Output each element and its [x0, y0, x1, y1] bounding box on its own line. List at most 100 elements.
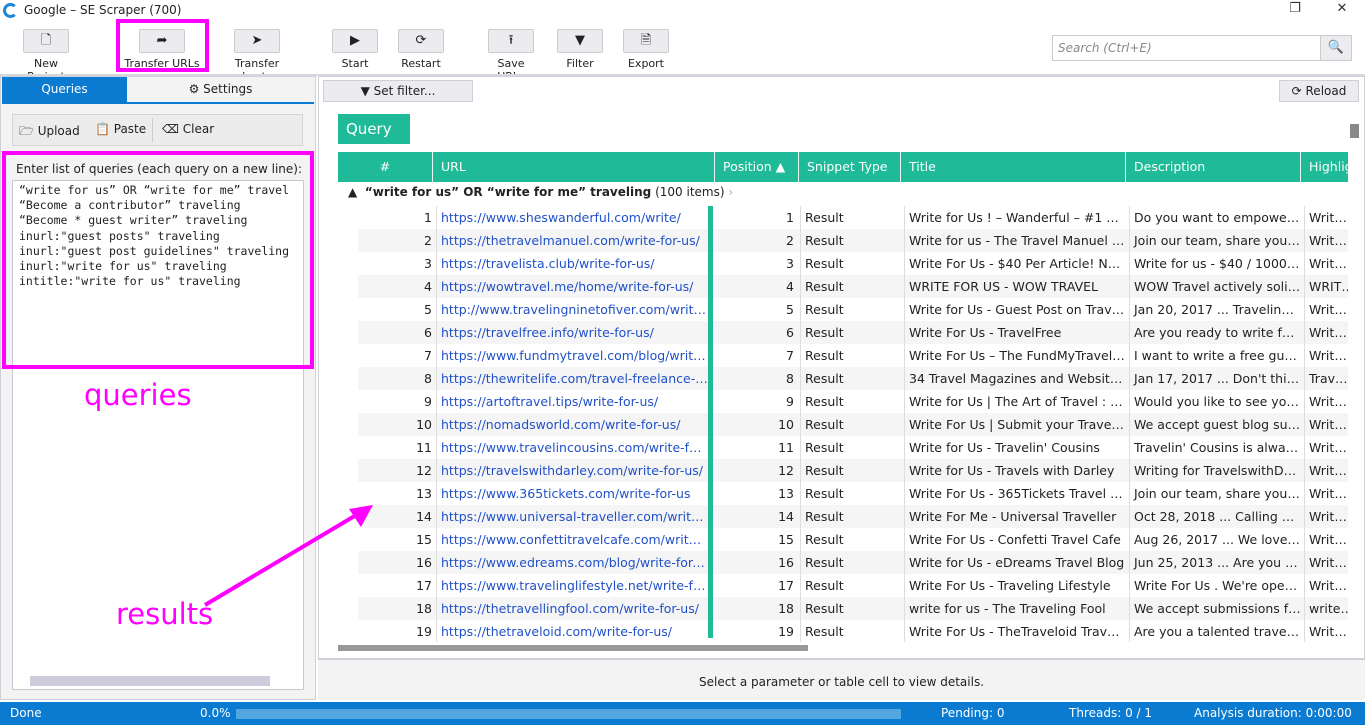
filter-button[interactable]: ▼ Filter: [557, 29, 603, 70]
table-row[interactable]: 14 https://www.universal-traveller.com/wr…: [358, 505, 1348, 528]
position-cell: 9: [786, 394, 794, 409]
search-button[interactable]: 🔍: [1320, 35, 1352, 61]
vertical-scrollbar[interactable]: [1350, 124, 1359, 138]
table-row[interactable]: 7 https://www.fundmytravel.com/blog/write…: [358, 344, 1348, 367]
title-cell: Write for Us - Travelin' Cousins: [904, 436, 1126, 459]
table-row[interactable]: 12 https://travelswithdarley.com/write-fo…: [358, 459, 1348, 482]
tab-settings[interactable]: ⚙ Settings: [127, 77, 314, 102]
position-cell: 6: [786, 325, 794, 340]
table-row[interactable]: 6 https://travelfree.info/write-for-us/6 R…: [358, 321, 1348, 344]
highlight-cell: Write fo: [1304, 436, 1348, 459]
url-cell[interactable]: https://www.fundmytravel.com/blog/write-…: [436, 344, 708, 367]
pending-count: Pending: 0: [941, 706, 1005, 720]
position-cell: 8: [786, 371, 794, 386]
url-cell[interactable]: https://thetravelmanuel.com/write-for-us…: [436, 229, 708, 252]
table-row[interactable]: 1 https://www.sheswanderful.com/write/1 Re…: [358, 206, 1348, 229]
group-count: (100 items): [655, 185, 725, 199]
table-row[interactable]: 3 https://travelista.club/write-for-us/3 R…: [358, 252, 1348, 275]
title-cell: Write For Us - 365Tickets Travel - At...: [904, 482, 1126, 505]
url-cell[interactable]: https://www.universal-traveller.com/writ…: [436, 505, 708, 528]
position-cell: 17: [778, 578, 794, 593]
horizontal-scrollbar[interactable]: [30, 676, 270, 686]
restore-button[interactable]: ❐: [1280, 0, 1310, 20]
url-cell[interactable]: http://www.travelingninetofiver.com/writ…: [436, 298, 708, 321]
column-header[interactable]: Description: [1125, 152, 1300, 182]
highlight-cell: WRITE F: [1304, 275, 1348, 298]
highlight-cell: Write Fo: [1304, 482, 1348, 505]
url-cell[interactable]: https://artoftravel.tips/write-for-us/: [436, 390, 708, 413]
url-cell[interactable]: https://thetravellingfool.com/write-for-…: [436, 597, 708, 620]
table-row[interactable]: 9 https://artoftravel.tips/write-for-us/9…: [358, 390, 1348, 413]
column-splitter[interactable]: [708, 206, 713, 638]
clear-button[interactable]: ⌫ Clear: [162, 122, 214, 136]
set-filter-button[interactable]: ▼ Set filter...: [323, 80, 473, 102]
snippet-type-cell: Result: [800, 390, 900, 413]
row-number: 8: [424, 371, 432, 386]
group-row[interactable]: ▲ “write for us” OR “write for me” trave…: [348, 185, 733, 199]
url-cell[interactable]: https://www.travelincousins.com/write-fo…: [436, 436, 708, 459]
reload-button[interactable]: ⟳ Reload: [1279, 80, 1359, 102]
table-row[interactable]: 19 https://thetraveloid.com/write-for-us/…: [358, 620, 1348, 642]
column-header[interactable]: Highlig: [1300, 152, 1350, 182]
close-button[interactable]: ✕: [1327, 0, 1357, 20]
table-row[interactable]: 5 http://www.travelingninetofiver.com/wri…: [358, 298, 1348, 321]
url-cell[interactable]: https://www.edreams.com/blog/write-for-u…: [436, 551, 708, 574]
column-header[interactable]: #: [338, 152, 432, 182]
group-query: “write for us” OR “write for me” traveli…: [364, 185, 652, 199]
description-cell: We accept submissions fro...: [1129, 597, 1301, 620]
title-cell: Write For Us - TheTraveloid Travel Bl...: [904, 620, 1126, 642]
search-input[interactable]: Search (Ctrl+E): [1052, 35, 1321, 61]
table-row[interactable]: 10 https://nomadsworld.com/write-for-us/1…: [358, 413, 1348, 436]
upload-button[interactable]: 🗁 Upload: [19, 122, 80, 143]
row-number: 5: [424, 302, 432, 317]
table-row[interactable]: 2 https://thetravelmanuel.com/write-for-u…: [358, 229, 1348, 252]
description-cell: Travelin' Cousins is always l...: [1129, 436, 1301, 459]
window-title: Google – SE Scraper (700): [24, 3, 182, 17]
restart-button[interactable]: ⟳ Restart: [398, 29, 444, 70]
paste-button[interactable]: 📋 Paste: [95, 122, 146, 136]
table-row[interactable]: 18 https://thetravellingfool.com/write-fo…: [358, 597, 1348, 620]
url-cell[interactable]: https://travelswithdarley.com/write-for-…: [436, 459, 708, 482]
title-cell: Write for Us - eDreams Travel Blog: [904, 551, 1126, 574]
url-cell[interactable]: https://travelfree.info/write-for-us/: [436, 321, 708, 344]
title-cell: Write For Us | Submit your Travel Bl...: [904, 413, 1126, 436]
collapse-icon[interactable]: ▲: [348, 185, 365, 199]
url-cell[interactable]: https://www.sheswanderful.com/write/: [436, 206, 708, 229]
row-number: 1: [424, 210, 432, 225]
url-cell[interactable]: https://www.travelinglifestyle.net/write…: [436, 574, 708, 597]
table-row[interactable]: 8 https://thewritelife.com/travel-freelan…: [358, 367, 1348, 390]
column-header[interactable]: Title: [900, 152, 1125, 182]
table-horizontal-scrollbar[interactable]: [338, 645, 808, 651]
table-row[interactable]: 11 https://www.travelincousins.com/write-…: [358, 436, 1348, 459]
url-cell[interactable]: https://www.365tickets.com/write-for-us: [436, 482, 708, 505]
url-cell[interactable]: https://nomadsworld.com/write-for-us/: [436, 413, 708, 436]
column-header[interactable]: Snippet Type: [798, 152, 900, 182]
url-cell[interactable]: https://wowtravel.me/home/write-for-us/: [436, 275, 708, 298]
table-row[interactable]: 17 https://www.travelinglifestyle.net/wri…: [358, 574, 1348, 597]
title-cell: Write for Us ! – Wanderful – #1 Wo...: [904, 206, 1126, 229]
export-button[interactable]: 🗎 Export: [623, 29, 669, 70]
title-cell: Write for Us - Travels with Darley: [904, 459, 1126, 482]
start-button[interactable]: ▶ Start: [332, 29, 378, 70]
url-cell[interactable]: https://thewritelife.com/travel-freelanc…: [436, 367, 708, 390]
group-by-chip[interactable]: Query: [338, 114, 410, 144]
row-number: 19: [416, 624, 432, 639]
threads-count: Threads: 0 / 1: [1069, 706, 1153, 720]
table-row[interactable]: 15 https://www.confettitravelcafe.com/wri…: [358, 528, 1348, 551]
column-header[interactable]: URL: [432, 152, 714, 182]
position-cell: 18: [778, 601, 794, 616]
table-row[interactable]: 13 https://www.365tickets.com/write-for-u…: [358, 482, 1348, 505]
table-row[interactable]: 4 https://wowtravel.me/home/write-for-us/…: [358, 275, 1348, 298]
row-number: 6: [424, 325, 432, 340]
column-header[interactable]: Position ▲: [714, 152, 798, 182]
snippet-type-cell: Result: [800, 574, 900, 597]
url-cell[interactable]: https://travelista.club/write-for-us/: [436, 252, 708, 275]
results-table: 1 https://www.sheswanderful.com/write/1 Re…: [338, 206, 1348, 642]
excel-file-icon: 🗎: [623, 29, 669, 53]
url-cell[interactable]: https://www.confettitravelcafe.com/write…: [436, 528, 708, 551]
description-cell: Writing for TravelswithDarl...: [1129, 459, 1301, 482]
table-row[interactable]: 16 https://www.edreams.com/blog/write-for…: [358, 551, 1348, 574]
tab-queries[interactable]: Queries: [2, 77, 127, 102]
url-cell[interactable]: https://thetraveloid.com/write-for-us/: [436, 620, 708, 642]
snippet-type-cell: Result: [800, 482, 900, 505]
